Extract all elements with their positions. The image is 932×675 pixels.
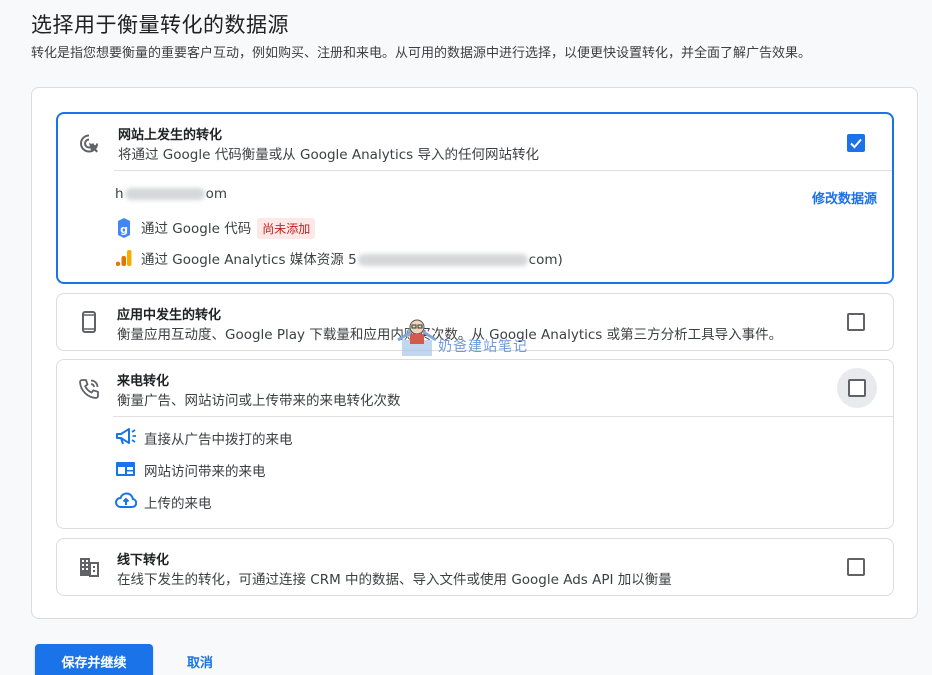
phone-call-icon (77, 377, 101, 401)
cloud-upload-icon (114, 491, 138, 511)
megaphone-icon (115, 427, 136, 447)
page-title: 选择用于衡量转化的数据源 (31, 13, 289, 37)
not-added-badge: 尚未添加 (257, 218, 316, 239)
website-checkbox[interactable] (847, 134, 865, 152)
website-conversions-card[interactable]: 网站上发生的转化 将通过 Google 代码衡量或从 Google Analyt… (56, 112, 894, 284)
google-tag-label: 通过 Google 代码 (141, 221, 252, 237)
cursor-click-icon (78, 132, 102, 156)
offline-checkbox[interactable] (847, 558, 865, 576)
google-tag-icon: g (114, 217, 134, 238)
website-domain: h om (115, 186, 227, 202)
offline-card-description: 在线下发生的转化，可通过连接 CRM 中的数据、导入文件或使用 Google A… (117, 572, 672, 588)
save-and-continue-button[interactable]: 保存并继续 (35, 644, 153, 675)
phone-card-divider (113, 416, 893, 417)
phone-device-icon (77, 310, 101, 334)
offline-card-title: 线下转化 (117, 553, 170, 568)
offline-conversions-card[interactable]: 线下转化 在线下发生的转化，可通过连接 CRM 中的数据、导入文件或使用 Goo… (56, 538, 894, 596)
phone-card-title: 来电转化 (117, 374, 170, 389)
cancel-button[interactable]: 取消 (170, 644, 230, 675)
edit-data-source-link[interactable]: 修改数据源 (812, 188, 877, 207)
svg-text:g: g (120, 223, 128, 236)
website-card-divider (114, 170, 892, 171)
google-analytics-row: 通过 Google Analytics 媒体资源 5 com) (141, 252, 563, 268)
uploaded-calls-label: 上传的来电 (144, 496, 212, 512)
conversion-source-page: 选择用于衡量转化的数据源 转化是指您想要衡量的重要客户互动，例如购买、注册和来电… (0, 0, 932, 675)
phone-call-conversions-card[interactable]: 来电转化 衡量广告、网站访问或上传带来的来电转化次数 直接从广告中拨打的来电 网… (56, 359, 894, 529)
watermark-logo: 奶爸建站笔记 (396, 318, 556, 358)
call-from-website-label: 网站访问带来的来电 (144, 464, 266, 480)
google-analytics-icon (114, 248, 134, 268)
app-card-title: 应用中发生的转化 (117, 308, 222, 323)
page-subtitle: 转化是指您想要衡量的重要客户互动，例如购买、注册和来电。从可用的数据源中进行选择… (31, 46, 812, 61)
watermark-text: 奶爸建站笔记 (438, 339, 528, 355)
building-icon (77, 555, 101, 579)
app-checkbox[interactable] (847, 313, 865, 331)
website-card-description: 将通过 Google 代码衡量或从 Google Analytics 导入的任何… (118, 147, 539, 163)
google-tag-row: 通过 Google 代码 尚未添加 (141, 217, 316, 239)
web-window-icon (115, 459, 135, 479)
website-card-title: 网站上发生的转化 (118, 128, 223, 143)
phone-card-description: 衡量广告、网站访问或上传带来的来电转化次数 (117, 393, 401, 409)
phone-checkbox[interactable] (848, 379, 866, 397)
call-from-ad-label: 直接从广告中拨打的来电 (144, 432, 293, 448)
